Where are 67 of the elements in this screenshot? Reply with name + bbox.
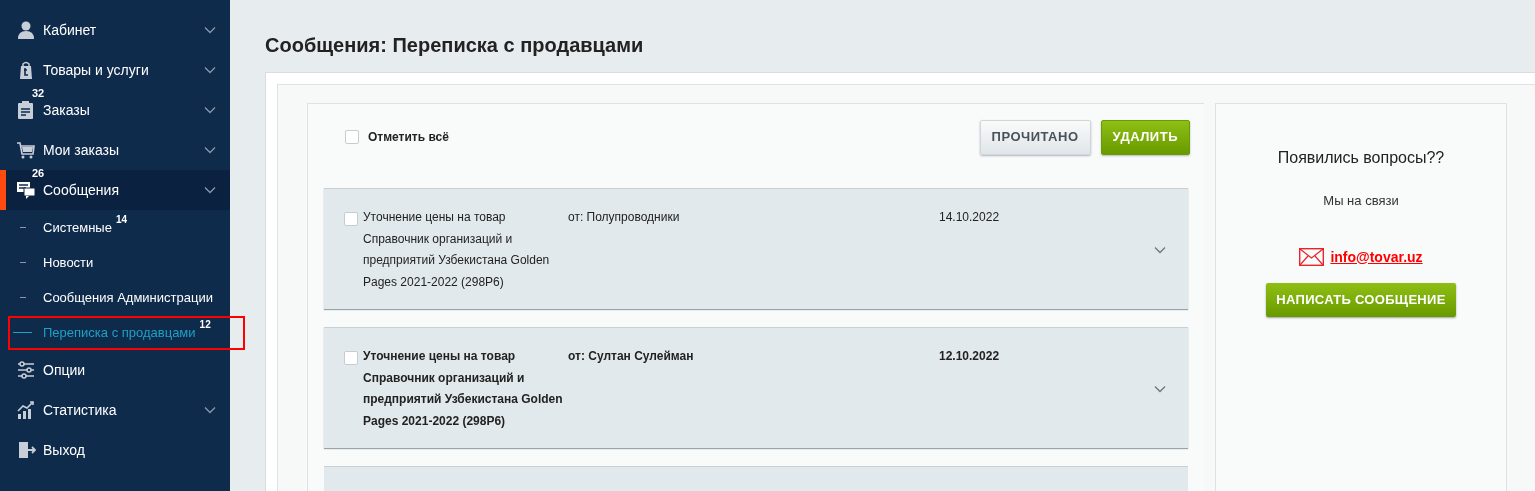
dash-line — [20, 297, 26, 298]
sidebar-item[interactable]: 32 Заказы — [0, 90, 230, 130]
cart-icon — [16, 140, 36, 160]
sidebar-item[interactable]: Статистика — [0, 390, 230, 430]
chevron-down-icon — [204, 406, 216, 414]
subitem-label: Системные — [43, 218, 112, 237]
chevron-down-icon — [204, 66, 216, 74]
count-label: 32 — [32, 88, 45, 99]
sidebar-item[interactable]: 26 Сообщения — [0, 170, 230, 210]
subitem-label: Новости — [43, 253, 94, 272]
message-sender: от: Полупроводники — [568, 209, 681, 226]
email-link[interactable]: info@tovar.uz — [1330, 246, 1423, 268]
message-card[interactable]: Уточнение цены на товар Справочник организаций и предприятий Узбекистана Golden Pages 2021-2022 (298Р6) от: Полупроводники 14.10.2022 — [324, 188, 1188, 309]
sidebar-subitem[interactable]: Новости — [0, 245, 230, 280]
sidebar-item[interactable]: Товары и услуги — [0, 50, 230, 90]
checkbox[interactable] — [344, 351, 358, 365]
sidebar-item-label: Опции — [43, 360, 87, 380]
envelope-icon — [1299, 248, 1325, 266]
sidebar-item-label: Кабинет — [43, 20, 98, 40]
dash-line — [20, 227, 26, 228]
chevron-down-icon — [204, 186, 216, 194]
chevron-down-icon — [1154, 385, 1166, 393]
sliders-icon — [16, 360, 36, 380]
chevron-down-icon — [204, 106, 216, 114]
sidebar-item-label: Сообщения — [43, 180, 120, 200]
checkbox[interactable] — [345, 130, 359, 144]
sidebar-item[interactable]: Кабинет — [0, 10, 230, 50]
sidebar-item-label: Статистика — [43, 400, 118, 420]
sidebar-item-label: Товары и услуги — [43, 60, 150, 80]
sidebar-item[interactable]: Выход — [0, 430, 230, 470]
chat-icon — [16, 180, 36, 200]
active-indicator — [0, 170, 6, 210]
sidebar-subitem[interactable]: Переписка с продавцами 12 — [0, 315, 230, 350]
mark-read-button[interactable]: ПРОЧИТАНО — [979, 119, 1091, 155]
count-label: 14 — [115, 213, 127, 227]
dash-line — [13, 332, 32, 333]
checkbox[interactable] — [344, 212, 358, 226]
message-date: 14.10.2022 — [939, 209, 1001, 226]
subitem-label: Сообщения Администрации — [43, 288, 213, 307]
sidebar-item-label: Заказы — [43, 100, 91, 120]
contact-subtitle: Мы на связи — [1323, 192, 1399, 210]
message-card[interactable] — [324, 466, 1188, 491]
message-sender: от: Султан Сулейман — [568, 348, 695, 365]
sidebar-item-label: Выход — [43, 440, 86, 460]
sidebar-item[interactable]: Опции — [0, 350, 230, 390]
message-card[interactable]: Уточнение цены на товар Справочник организаций и предприятий Узбекистана Golden Pages 2021-2022 (298Р6) от: Султан Сулейман 12.10.2022 — [324, 327, 1188, 448]
chevron-down-icon — [204, 146, 216, 154]
count-label: 12 — [199, 318, 211, 332]
chart-icon — [16, 400, 36, 420]
dash-line — [20, 262, 26, 263]
exit-icon — [16, 440, 36, 460]
message-subject: Уточнение цены на товар Справочник организаций и предприятий Узбекистана Golden Pages 2021-2022 (298Р6) — [363, 348, 563, 430]
subitem-label: Переписка с продавцами — [43, 323, 196, 342]
count-label: 26 — [32, 168, 45, 179]
sidebar-subitem[interactable]: Системные 14 — [0, 210, 230, 245]
sidebar-item-label: Мои заказы — [43, 140, 121, 160]
message-subject: Уточнение цены на товар Справочник организаций и предприятий Узбекистана Golden Pages 2021-2022 (298Р6) — [363, 209, 551, 291]
message-date: 12.10.2022 — [939, 348, 1001, 365]
sidebar-subitem[interactable]: Сообщения Администрации — [0, 280, 230, 315]
contact-title: Появились вопросы?? — [1277, 148, 1445, 168]
clipboard-icon — [16, 100, 36, 120]
sidebar-item[interactable]: Мои заказы — [0, 130, 230, 170]
chevron-down-icon — [204, 26, 216, 34]
page-title: Сообщения: Переписка с продавцами — [265, 33, 645, 57]
chevron-down-icon — [1154, 246, 1166, 254]
user-icon — [16, 20, 36, 40]
select-all-label: Отметить всё — [368, 129, 450, 146]
